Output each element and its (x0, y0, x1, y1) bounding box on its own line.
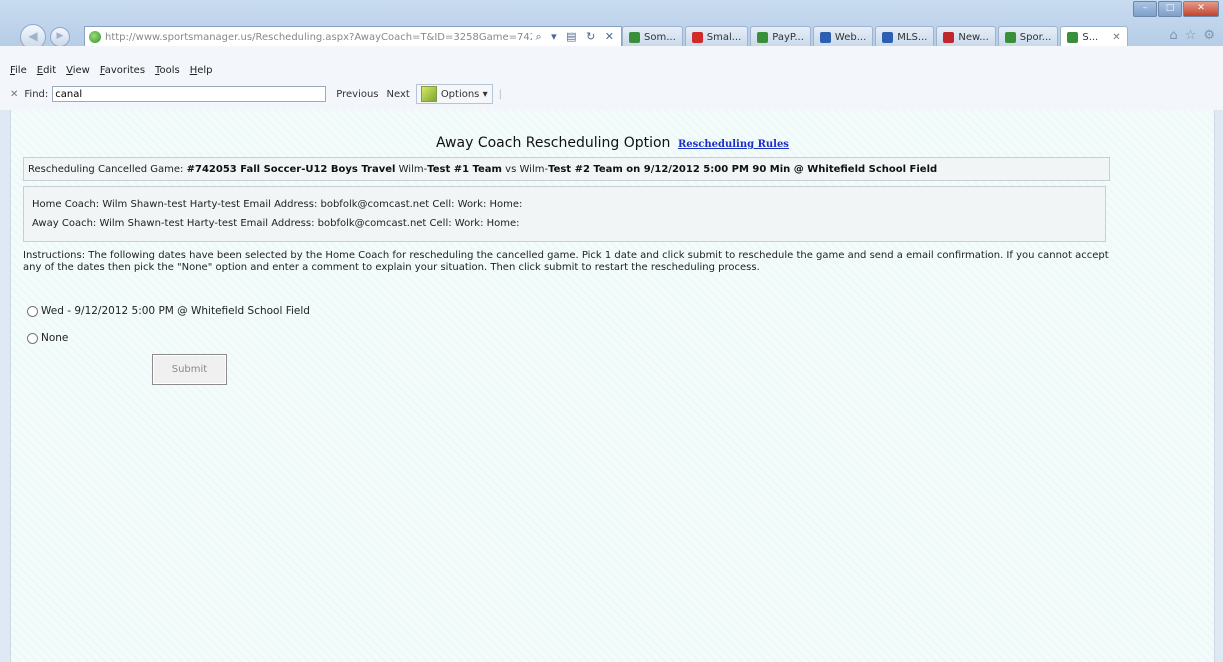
browser-tab[interactable]: Smal... (684, 26, 749, 47)
page-title: Away Coach Rescheduling Option (436, 135, 671, 151)
none-option-label: None (41, 332, 69, 344)
browser-tab[interactable]: PayP... (750, 26, 811, 47)
find-input[interactable] (52, 86, 327, 102)
vs-text: vs (505, 163, 517, 175)
minimize-button[interactable]: – (1133, 1, 1157, 17)
tab-label: PayP... (772, 31, 804, 43)
forward-button[interactable]: ▶ (50, 27, 70, 47)
address-bar[interactable]: http://www.sportsmanager.us/Rescheduling… (84, 26, 622, 48)
page-heading: Away Coach Rescheduling Option Reschedul… (11, 135, 1214, 151)
browser-tab[interactable]: Spor... (997, 26, 1059, 47)
settings-gear-icon[interactable]: ⚙ (1203, 28, 1215, 43)
find-options-button[interactable]: Options ▾ (415, 84, 493, 104)
home-club: Wilm- (398, 163, 428, 175)
tab-favicon-icon (757, 31, 769, 43)
tab-favicon-icon (882, 31, 894, 43)
tab-label: Spor... (1019, 31, 1052, 43)
address-url[interactable]: http://www.sportsmanager.us/Rescheduling… (105, 32, 532, 43)
browser-toolbar-icons: ⌂ ☆ ⚙ (1169, 28, 1215, 43)
menu-item-file[interactable]: File (10, 65, 27, 76)
home-coach-info: Home Coach: Wilm Shawn-test Harty-test E… (32, 199, 523, 210)
address-bar-icons[interactable]: ⌕ ▾ ▤ ↻ ✕ (532, 30, 622, 44)
none-option[interactable]: None (27, 332, 68, 344)
browser-tab[interactable]: S... ✕ (1060, 26, 1128, 47)
menu-item-view[interactable]: View (66, 65, 90, 76)
tab-favicon-icon (943, 31, 955, 43)
close-window-button[interactable]: ✕ (1183, 1, 1219, 17)
coach-info-box: Home Coach: Wilm Shawn-test Harty-test E… (23, 186, 1106, 242)
find-label: Find: (24, 88, 49, 100)
window-controls: – □ ✕ (1133, 1, 1219, 17)
menu-item-tools[interactable]: Tools (155, 65, 180, 76)
date-option-1[interactable]: Wed - 9/12/2012 5:00 PM @ Whitefield Sch… (27, 305, 310, 317)
browser-tab[interactable]: New... (936, 26, 996, 47)
browser-tab[interactable]: Som... (622, 26, 683, 47)
tab-favicon-icon (1067, 31, 1079, 43)
page-content: Away Coach Rescheduling Option Reschedul… (10, 110, 1215, 662)
tab-label: Web... (834, 31, 867, 43)
browser-tab[interactable]: MLS... (875, 26, 935, 47)
submit-button[interactable]: Submit (152, 354, 227, 385)
favorites-star-icon[interactable]: ☆ (1185, 28, 1197, 43)
tab-favicon-icon (1004, 31, 1016, 43)
close-tab-icon[interactable]: ✕ (1112, 32, 1120, 43)
tab-label: Smal... (706, 31, 742, 43)
home-team: Test #1 Team (427, 163, 502, 175)
date-option-1-label: Wed - 9/12/2012 5:00 PM @ Whitefield Sch… (41, 305, 310, 317)
tab-favicon-icon (819, 31, 831, 43)
find-next-button[interactable]: Next (387, 89, 410, 100)
date-option-1-radio[interactable] (27, 305, 38, 317)
tab-label: S... (1082, 31, 1099, 43)
maximize-button[interactable]: □ (1158, 1, 1182, 17)
tab-favicon-icon (691, 31, 703, 43)
browser-tabs: Som... Smal... PayP... Web... MLS... New... Sp… (622, 26, 1128, 47)
menu-item-favorites[interactable]: Favorites (100, 65, 145, 76)
none-option-radio[interactable] (27, 332, 38, 344)
away-team-game-details: Test #2 Team on 9/12/2012 5:00 PM 90 Min… (548, 163, 938, 175)
menu-item-help[interactable]: Help (190, 65, 213, 76)
find-separator: | (498, 88, 502, 100)
tab-label: Som... (644, 31, 676, 43)
browser-tab[interactable]: Web... (812, 26, 874, 47)
page-favicon-icon (89, 31, 101, 43)
cancelled-game-box: Rescheduling Cancelled Game: #742053 Fal… (23, 157, 1110, 181)
tab-label: New... (958, 31, 989, 43)
game-id: #742053 Fall Soccer-U12 Boys Travel (186, 163, 396, 175)
home-icon[interactable]: ⌂ (1169, 28, 1177, 43)
menu-bar: File Edit View Favorites Tools Help (0, 60, 213, 80)
find-previous-button[interactable]: Previous (336, 89, 378, 100)
rescheduling-rules-link[interactable]: Rescheduling Rules (678, 139, 789, 150)
close-find-icon[interactable]: ✕ (10, 89, 18, 100)
away-coach-info: Away Coach: Wilm Shawn-test Harty-test E… (32, 218, 520, 229)
menu-item-edit[interactable]: Edit (37, 65, 56, 76)
game-prefix: Rescheduling Cancelled Game: (28, 163, 184, 175)
instructions-text: Instructions: The following dates have b… (23, 250, 1109, 273)
find-bar: ✕ Find: Previous Next Options ▾ | (0, 82, 1223, 106)
find-options-label: Options ▾ (440, 88, 488, 100)
highlight-icon (420, 86, 437, 102)
away-club: Wilm- (519, 163, 549, 175)
tab-favicon-icon (629, 31, 640, 43)
tab-label: MLS... (897, 31, 928, 43)
